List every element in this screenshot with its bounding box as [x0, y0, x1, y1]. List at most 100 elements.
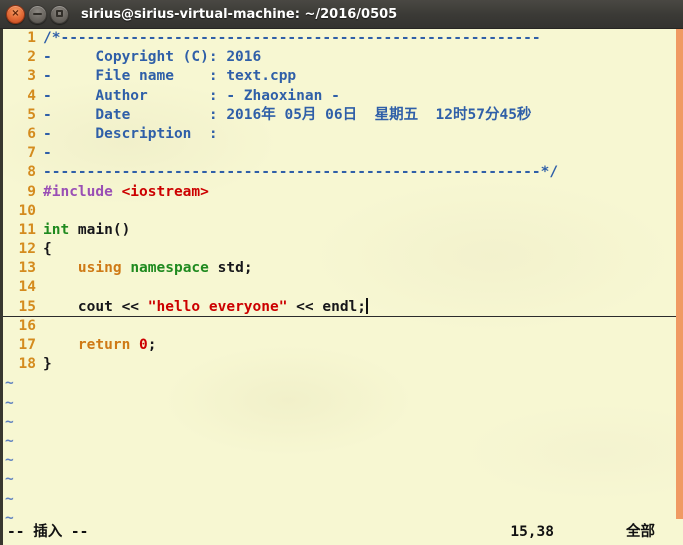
code-line[interactable]: 11 int main() — [3, 221, 676, 240]
code-line[interactable]: 16 — [3, 317, 676, 336]
code-token: { — [43, 241, 52, 258]
line-content: - Author : - Zhaoxinan - — [43, 88, 340, 104]
terminal-body[interactable]: 1 /*-------------------------------------… — [0, 29, 683, 545]
code-token: - Description : — [43, 125, 218, 142]
empty-line: ~ — [3, 432, 676, 451]
line-number: 15 — [18, 298, 36, 315]
code-line[interactable]: 3 - File name : text.cpp — [3, 67, 676, 86]
code-token: - Date : 2016年 05月 06日 星期五 12时57分45秒 — [43, 106, 532, 123]
vim-text-area[interactable]: 1 /*-------------------------------------… — [3, 29, 676, 519]
code-line[interactable]: 9 #include <iostream> — [3, 183, 676, 202]
line-content: } — [43, 356, 52, 372]
code-token: int — [43, 221, 78, 238]
empty-line: ~ — [3, 451, 676, 470]
code-token: 0 — [139, 337, 148, 353]
line-content: #include <iostream> — [43, 184, 209, 200]
line-number: 4 — [27, 87, 36, 104]
code-token: ; — [147, 337, 157, 353]
code-line[interactable]: 18} — [3, 355, 676, 374]
code-line[interactable]: 8 ---------------------------------------… — [3, 163, 676, 182]
tilde-marker: ~ — [5, 490, 14, 507]
empty-line: ~ — [3, 394, 676, 413]
code-line[interactable]: 12 { — [3, 240, 676, 259]
close-icon: × — [11, 8, 20, 19]
code-token: <iostream> — [121, 183, 209, 200]
code-token: #include — [43, 183, 122, 200]
code-line[interactable]: 15 cout << "hello everyone" << endl; — [3, 297, 676, 317]
line-number: 18 — [18, 356, 36, 373]
line-number: 16 — [18, 317, 36, 334]
minimize-button[interactable] — [28, 4, 47, 24]
code-token: << endl; — [287, 298, 367, 315]
line-number: 6 — [27, 125, 36, 142]
code-line[interactable]: 14 — [3, 278, 676, 297]
line-number: 3 — [27, 68, 36, 85]
code-token: main() — [77, 221, 131, 238]
tilde-marker: ~ — [5, 375, 14, 392]
line-content: using namespace std; — [43, 260, 253, 276]
code-token: - Author : - Zhaoxinan - — [43, 87, 340, 104]
minimize-icon — [33, 13, 42, 15]
line-content: return 0; — [43, 337, 157, 353]
line-number: 1 — [27, 30, 36, 46]
tilde-marker: ~ — [5, 452, 14, 469]
code-token: /*--------------------------------------… — [43, 30, 541, 46]
code-token: - File name : text.cpp — [43, 68, 297, 85]
window-title: sirius@sirius-virtual-machine: ~/2016/05… — [81, 6, 398, 22]
status-cursor-position: 15,38 — [510, 524, 554, 540]
line-content: int main() — [43, 222, 130, 238]
code-token: std; — [217, 260, 253, 277]
empty-line: ~ — [3, 413, 676, 432]
line-number: 12 — [18, 241, 36, 258]
code-token: using — [77, 260, 131, 277]
tilde-marker: ~ — [5, 509, 14, 519]
code-token: return — [77, 337, 140, 353]
code-token: } — [43, 356, 52, 373]
line-number: 11 — [18, 221, 36, 238]
line-content: - Description : — [43, 126, 218, 142]
line-content: /*--------------------------------------… — [43, 30, 541, 46]
line-number: 13 — [18, 260, 36, 277]
code-line[interactable]: 10 — [3, 202, 676, 221]
title-bar[interactable]: × sirius@sirius-virtual-machine: ~/2016/… — [0, 0, 683, 29]
line-content: ----------------------------------------… — [43, 164, 558, 180]
line-number: 5 — [27, 106, 36, 123]
tilde-marker: ~ — [5, 471, 14, 488]
line-number: 7 — [27, 145, 36, 162]
code-token: namespace — [130, 260, 218, 277]
code-line[interactable]: 5 - Date : 2016年 05月 06日 星期五 12时57分45秒 — [3, 106, 676, 125]
vertical-scrollbar[interactable] — [676, 29, 683, 545]
code-line[interactable]: 6 - Description : — [3, 125, 676, 144]
code-token: "hello everyone" — [147, 298, 288, 315]
code-line[interactable]: 17 return 0; — [3, 336, 676, 355]
code-line[interactable]: 1 /*-------------------------------------… — [3, 29, 676, 48]
code-token: cout << — [43, 298, 148, 315]
line-content: cout << "hello everyone" << endl; — [43, 299, 366, 315]
empty-line: ~ — [3, 490, 676, 509]
text-cursor — [366, 297, 368, 314]
code-line[interactable]: 13 using namespace std; — [3, 259, 676, 278]
status-scroll-indicator: 全部 — [626, 524, 655, 540]
close-button[interactable]: × — [6, 4, 25, 24]
line-content: - Date : 2016年 05月 06日 星期五 12时57分45秒 — [43, 107, 531, 123]
status-mode: -- 插入 -- — [7, 524, 89, 540]
code-line[interactable]: 7- — [3, 144, 676, 163]
line-number: 14 — [18, 279, 36, 296]
code-line[interactable]: 4 - Author : - Zhaoxinan - — [3, 87, 676, 106]
vim-status-line: -- 插入 -- 15,38 全部 — [3, 519, 683, 545]
line-number: 2 — [27, 49, 36, 66]
line-content: { — [43, 241, 52, 257]
empty-line: ~ — [3, 374, 676, 393]
tilde-marker: ~ — [5, 432, 14, 449]
maximize-button[interactable] — [50, 4, 69, 24]
line-content: - Copyright (C): 2016 — [43, 49, 261, 65]
code-line[interactable]: 2 - Copyright (C): 2016 — [3, 48, 676, 67]
line-number: 17 — [18, 337, 36, 353]
line-number: 10 — [18, 202, 36, 219]
empty-line: ~ — [3, 509, 676, 519]
code-token: - Copyright (C): 2016 — [43, 49, 262, 66]
line-content: - — [43, 145, 52, 161]
tilde-marker: ~ — [5, 413, 14, 430]
terminal-window: × sirius@sirius-virtual-machine: ~/2016/… — [0, 0, 683, 545]
